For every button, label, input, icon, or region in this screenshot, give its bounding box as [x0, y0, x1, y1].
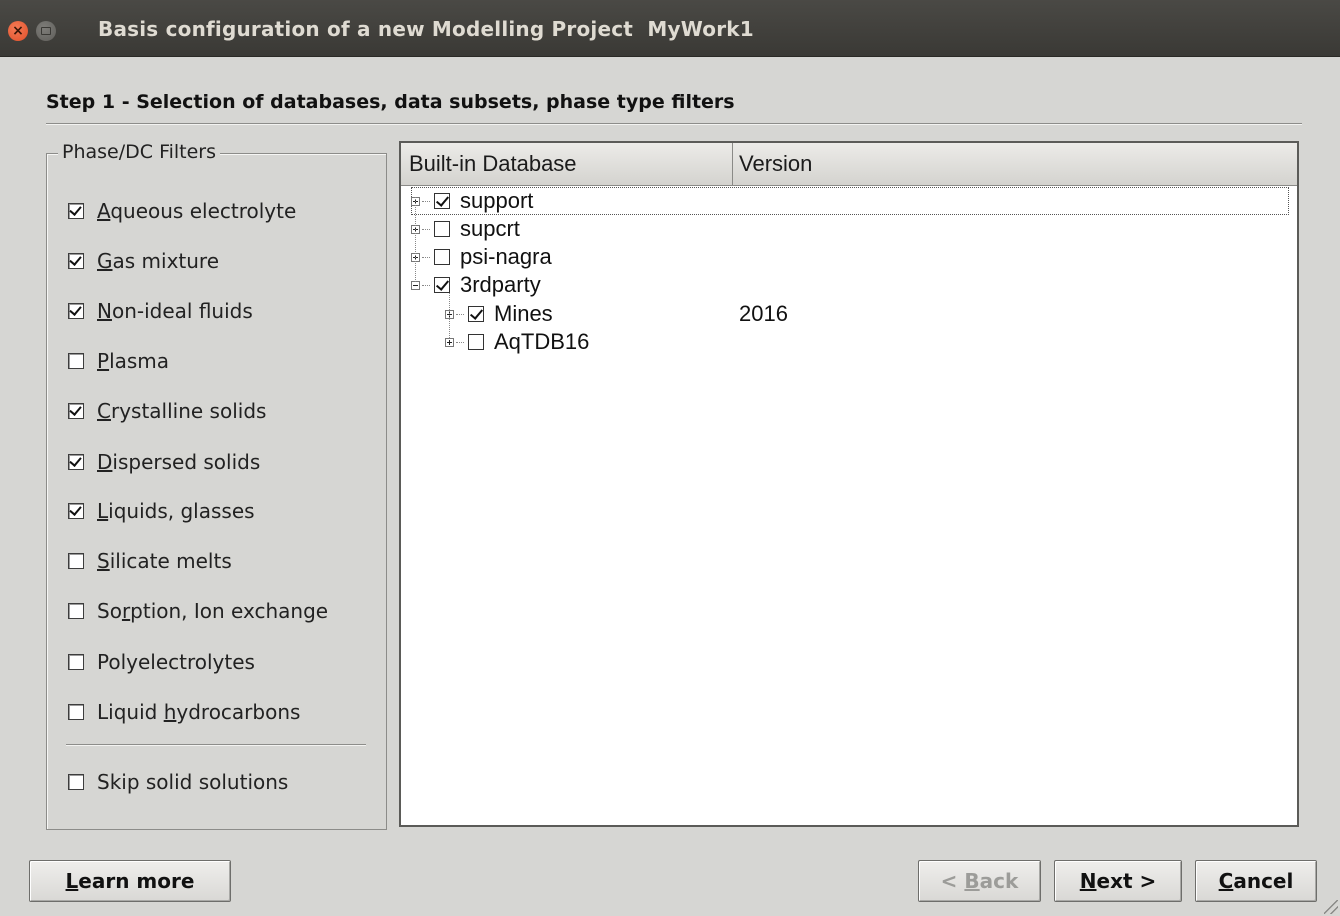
expand-icon[interactable]: [445, 337, 454, 347]
tree-item-version: 2016: [739, 301, 788, 326]
resize-grip-icon[interactable]: [1324, 900, 1338, 914]
tree-item-supcrt[interactable]: supcrt: [411, 215, 711, 243]
tree-item-label: supcrt: [460, 216, 520, 241]
tree-item-label: 3rdparty: [460, 272, 541, 297]
filter-checkbox-dispersed-solids[interactable]: Dispersed solids: [68, 450, 260, 474]
checkbox-indicator[interactable]: [68, 303, 84, 319]
filter-checkbox-crystalline-solids[interactable]: Crystalline solids: [68, 399, 266, 423]
filter-checkbox-polyelectrolytes[interactable]: Polyelectrolytes: [68, 650, 255, 674]
tree-item-support[interactable]: support: [411, 187, 1289, 215]
window-title: Basis configuration of a new Modelling P…: [98, 17, 754, 41]
next-button[interactable]: Next >: [1054, 860, 1182, 902]
cancel-button[interactable]: Cancel: [1195, 860, 1317, 902]
tree-item-3rdparty[interactable]: 3rdparty: [411, 271, 711, 299]
checkbox-indicator[interactable]: [68, 403, 84, 419]
filter-label: Plasma: [97, 349, 170, 373]
back-button[interactable]: < Back: [918, 860, 1041, 902]
tree-item-checkbox[interactable]: [434, 249, 450, 265]
filter-label: Gas mixture: [97, 249, 220, 273]
tree-connector: [422, 200, 430, 202]
tree-guide-line: [449, 293, 450, 338]
filter-checkbox-non-ideal-fluids[interactable]: Non-ideal fluids: [68, 299, 253, 323]
cancel-label: ancel: [1233, 869, 1294, 893]
tree-item-checkbox[interactable]: [468, 306, 484, 322]
skip-solid-solutions-checkbox[interactable]: Skip solid solutions: [68, 770, 288, 794]
filter-checkbox-gas-mixture[interactable]: Gas mixture: [68, 249, 219, 273]
filter-checkbox-sorption-ion-exchange[interactable]: Sorption, Ion exchange: [68, 599, 328, 623]
filter-label: Silicate melts: [97, 549, 232, 573]
tree-item-label: support: [460, 188, 534, 213]
filter-checkbox-aqueous-electrolyte[interactable]: Aqueous electrolyte: [68, 199, 296, 223]
checkbox-indicator[interactable]: [68, 454, 84, 470]
tree-item-label: AqTDB16: [494, 329, 590, 354]
checkbox-indicator[interactable]: [68, 603, 84, 619]
filter-checkbox-plasma[interactable]: Plasma: [68, 349, 169, 373]
step-divider: [46, 123, 1302, 125]
checkbox-indicator[interactable]: [68, 353, 84, 369]
filter-label: Liquids, glasses: [97, 499, 255, 523]
checkbox-indicator[interactable]: [68, 553, 84, 569]
tree-item-psi-nagra[interactable]: psi-nagra: [411, 243, 711, 271]
filter-label: Liquid hydrocarbons: [97, 700, 301, 724]
checkbox-indicator[interactable]: [68, 654, 84, 670]
tree-item-label: psi-nagra: [460, 244, 552, 269]
tree-item-label: Mines: [494, 301, 553, 326]
tree-connector: [456, 313, 464, 315]
tree-item-mines[interactable]: Mines: [445, 300, 745, 328]
filter-checkbox-liquids-glasses[interactable]: Liquids, glasses: [68, 499, 255, 523]
column-header-built-in-database[interactable]: Built-in Database: [401, 143, 733, 185]
step-title: Step 1 - Selection of databases, data su…: [46, 91, 735, 113]
filter-checkbox-liquid-hydrocarbons[interactable]: Liquid hydrocarbons: [68, 700, 300, 724]
checkbox-indicator[interactable]: [68, 503, 84, 519]
tree-item-checkbox[interactable]: [434, 193, 450, 209]
filter-label: Aqueous electrolyte: [97, 199, 297, 223]
column-header-version[interactable]: Version: [733, 143, 1297, 185]
next-label: ext >: [1096, 869, 1157, 893]
cancel-mnemonic: C: [1218, 869, 1234, 893]
checkbox-indicator[interactable]: [68, 774, 84, 790]
tree-header: Built-in Database Version: [401, 143, 1297, 186]
filter-label: Polyelectrolytes: [97, 650, 255, 674]
filter-checkbox-silicate-melts[interactable]: Silicate melts: [68, 549, 232, 573]
tree-item-checkbox[interactable]: [434, 277, 450, 293]
back-label: ack: [979, 869, 1019, 893]
filter-label: Non-ideal fluids: [97, 299, 253, 323]
close-icon[interactable]: ×: [8, 21, 28, 41]
checkbox-indicator[interactable]: [68, 704, 84, 720]
title-bar: × Basis configuration of a new Modelling…: [0, 0, 1340, 57]
tree-connector: [422, 256, 430, 258]
tree-connector: [422, 228, 430, 230]
tree-guide-line: [415, 197, 416, 282]
filter-label: Sorption, Ion exchange: [97, 599, 329, 623]
tree-item-checkbox[interactable]: [468, 334, 484, 350]
checkbox-indicator[interactable]: [68, 203, 84, 219]
phase-dc-filters-title: Phase/DC Filters: [58, 141, 221, 163]
tree-item-checkbox[interactable]: [434, 221, 450, 237]
minimize-icon[interactable]: [36, 21, 56, 41]
skip-solid-solutions-label: Skip solid solutions: [97, 770, 289, 794]
learn-more-label: earn more: [78, 869, 195, 893]
next-mnemonic: N: [1079, 869, 1097, 893]
learn-more-button[interactable]: Learn more: [29, 860, 231, 902]
filter-label: Crystalline solids: [97, 399, 267, 423]
learn-more-mnemonic: L: [65, 869, 79, 893]
filters-separator: [66, 744, 366, 746]
filter-label: Dispersed solids: [97, 450, 261, 474]
database-tree[interactable]: Built-in Database Version support supcrt p…: [399, 141, 1299, 827]
back-prefix: <: [940, 869, 965, 893]
tree-connector: [456, 341, 464, 343]
back-mnemonic: B: [964, 869, 980, 893]
tree-connector: [422, 284, 430, 286]
tree-item-aqtdb16[interactable]: AqTDB16: [445, 328, 745, 356]
checkbox-indicator[interactable]: [68, 253, 84, 269]
